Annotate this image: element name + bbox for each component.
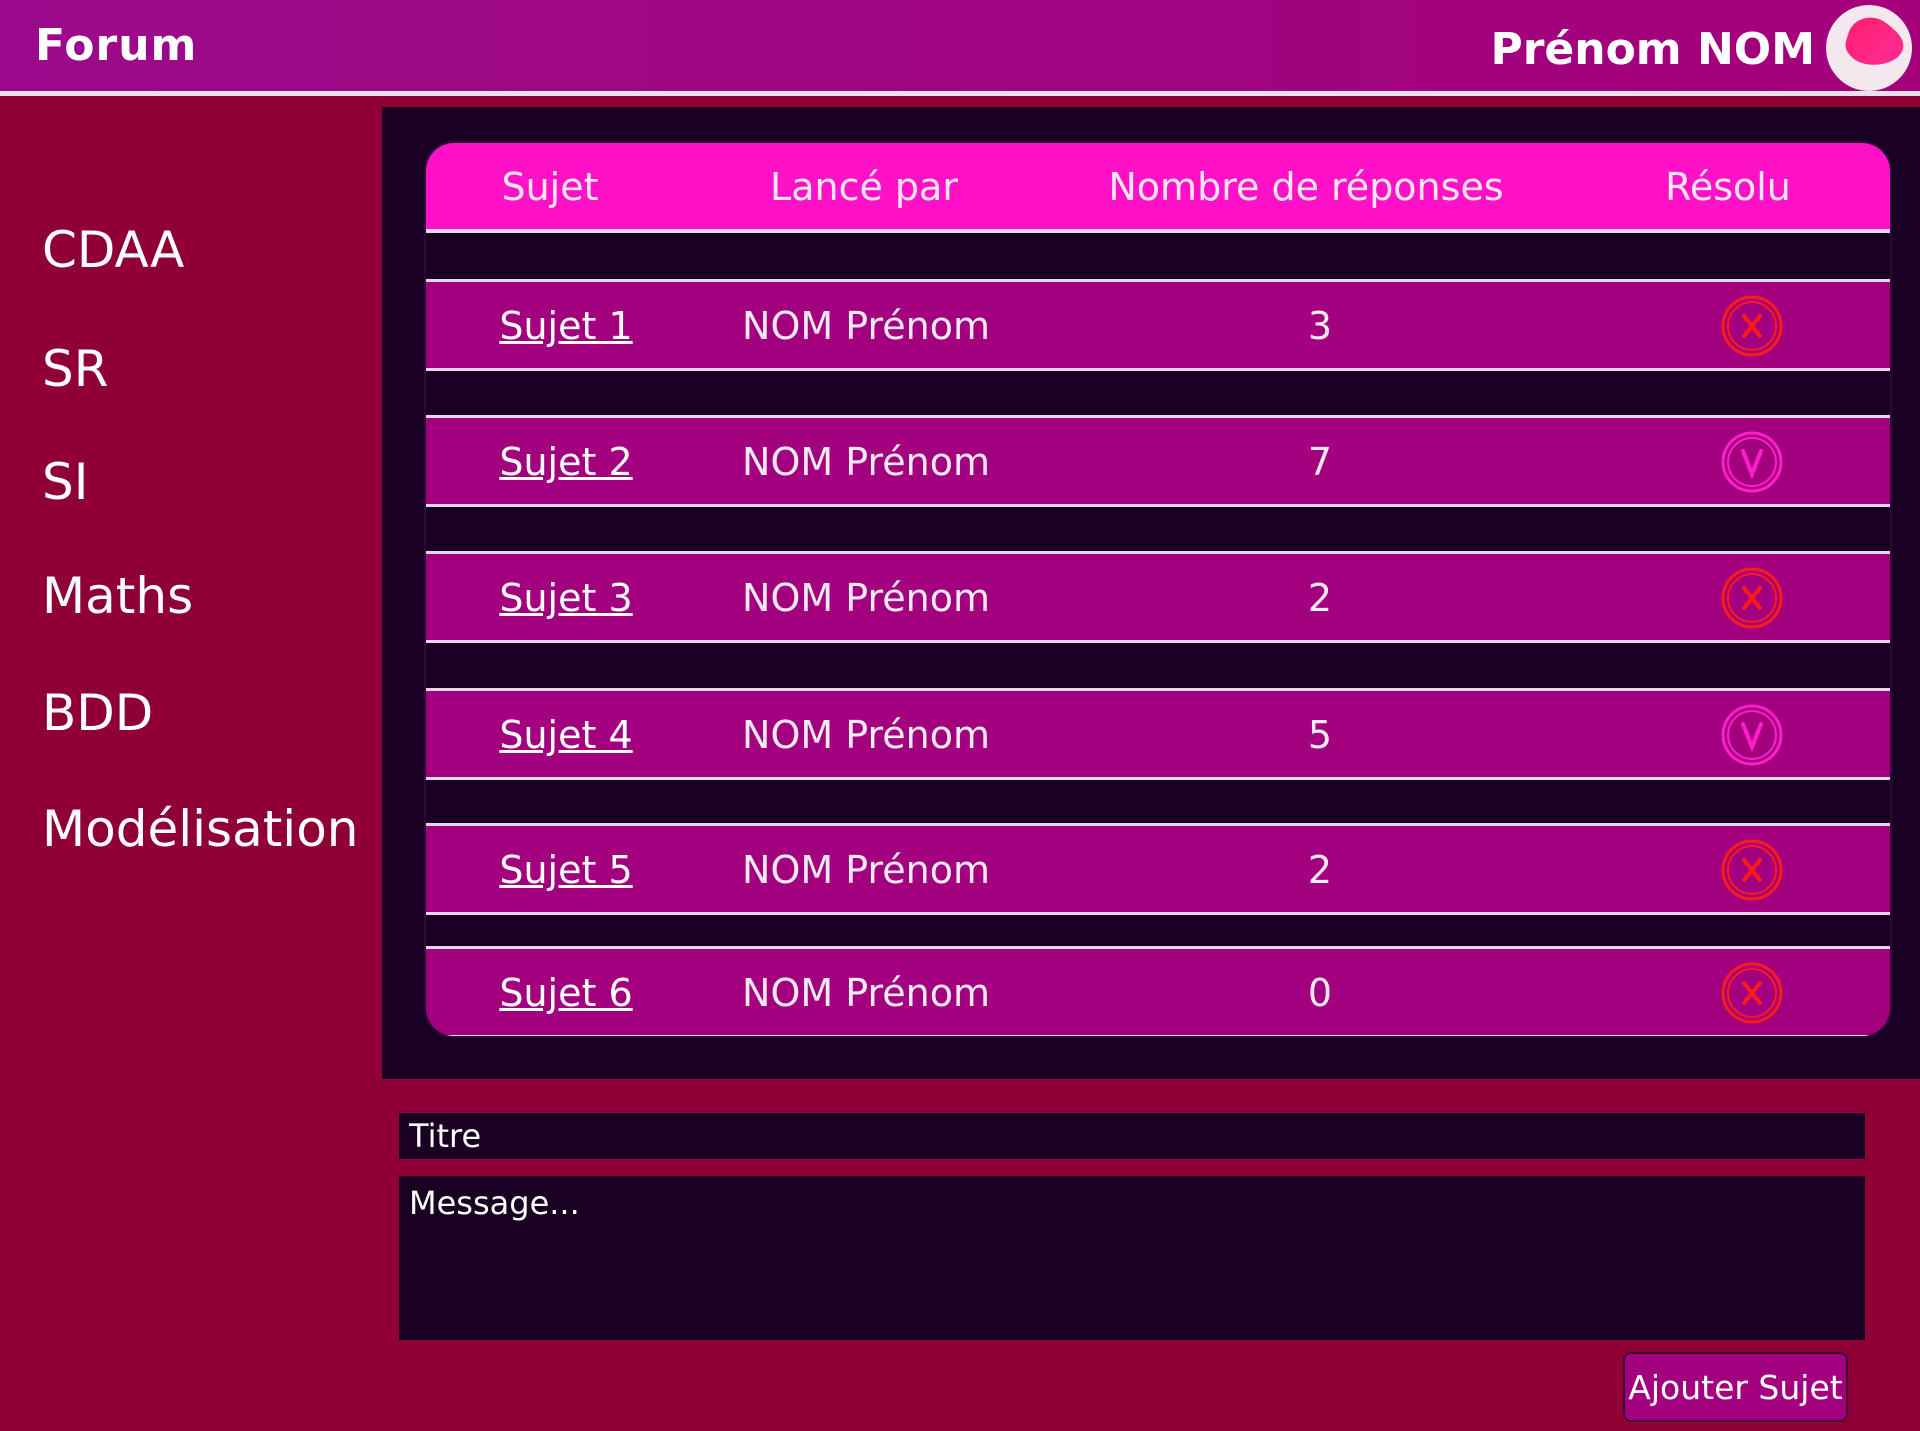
column-header-author: Lancé par bbox=[770, 165, 958, 209]
table-row: Sujet 5 NOM Prénom 2 bbox=[426, 823, 1890, 915]
topic-subject-link[interactable]: Sujet 2 bbox=[499, 440, 632, 484]
topic-reply-count: 7 bbox=[1307, 440, 1333, 484]
topics-table: Sujet Lancé par Nombre de réponses Résol… bbox=[426, 143, 1890, 1036]
topic-subject-link[interactable]: Sujet 6 bbox=[499, 971, 632, 1015]
resolved-check-icon bbox=[1721, 704, 1783, 766]
topic-author: NOM Prénom bbox=[742, 713, 990, 757]
topic-author: NOM Prénom bbox=[742, 848, 990, 892]
topic-author: NOM Prénom bbox=[742, 576, 990, 620]
app-title: Forum bbox=[35, 20, 198, 71]
sidebar-item-modelisation[interactable]: Modélisation bbox=[42, 800, 358, 858]
topic-subject-link[interactable]: Sujet 5 bbox=[499, 848, 632, 892]
column-header-resolved: Résolu bbox=[1665, 165, 1791, 209]
topic-author: NOM Prénom bbox=[742, 304, 990, 348]
message-input[interactable] bbox=[399, 1176, 1865, 1340]
unresolved-x-icon bbox=[1721, 567, 1783, 629]
sidebar-item-sr[interactable]: SR bbox=[42, 340, 108, 398]
topic-reply-count: 0 bbox=[1307, 971, 1333, 1015]
topic-subject-link[interactable]: Sujet 4 bbox=[499, 713, 632, 757]
column-header-replies: Nombre de réponses bbox=[1108, 165, 1504, 209]
column-header-subject: Sujet bbox=[501, 165, 599, 209]
table-row: Sujet 4 NOM Prénom 5 bbox=[426, 688, 1890, 780]
sidebar: CDAA SR SI Maths BDD Modélisation bbox=[0, 107, 382, 1431]
topic-reply-count: 2 bbox=[1307, 848, 1333, 892]
topic-reply-count: 2 bbox=[1307, 576, 1333, 620]
unresolved-x-icon bbox=[1721, 839, 1783, 901]
sidebar-item-bdd[interactable]: BDD bbox=[42, 684, 153, 742]
sidebar-item-si[interactable]: SI bbox=[42, 453, 88, 511]
sidebar-item-maths[interactable]: Maths bbox=[42, 567, 193, 625]
add-topic-button[interactable]: Ajouter Sujet bbox=[1623, 1352, 1848, 1422]
topic-reply-count: 5 bbox=[1307, 713, 1333, 757]
app-header: Forum Prénom NOM bbox=[0, 0, 1920, 96]
avatar[interactable] bbox=[1826, 5, 1912, 91]
resolved-check-icon bbox=[1721, 431, 1783, 493]
topic-subject-link[interactable]: Sujet 1 bbox=[499, 304, 632, 348]
sidebar-item-cdaa[interactable]: CDAA bbox=[42, 221, 184, 279]
topic-author: NOM Prénom bbox=[742, 440, 990, 484]
title-input[interactable] bbox=[399, 1113, 1865, 1159]
topic-author: NOM Prénom bbox=[742, 971, 990, 1015]
topic-subject-link[interactable]: Sujet 3 bbox=[499, 576, 632, 620]
topic-reply-count: 3 bbox=[1307, 304, 1333, 348]
table-row: Sujet 1 NOM Prénom 3 bbox=[426, 279, 1890, 371]
table-row: Sujet 2 NOM Prénom 7 bbox=[426, 415, 1890, 507]
table-row: Sujet 3 NOM Prénom 2 bbox=[426, 551, 1890, 643]
table-row: Sujet 6 NOM Prénom 0 bbox=[426, 946, 1890, 1036]
avatar-blob-icon bbox=[1845, 17, 1904, 65]
unresolved-x-icon bbox=[1721, 962, 1783, 1024]
unresolved-x-icon bbox=[1721, 295, 1783, 357]
table-header: Sujet Lancé par Nombre de réponses Résol… bbox=[426, 143, 1890, 233]
user-name[interactable]: Prénom NOM bbox=[1490, 24, 1815, 75]
